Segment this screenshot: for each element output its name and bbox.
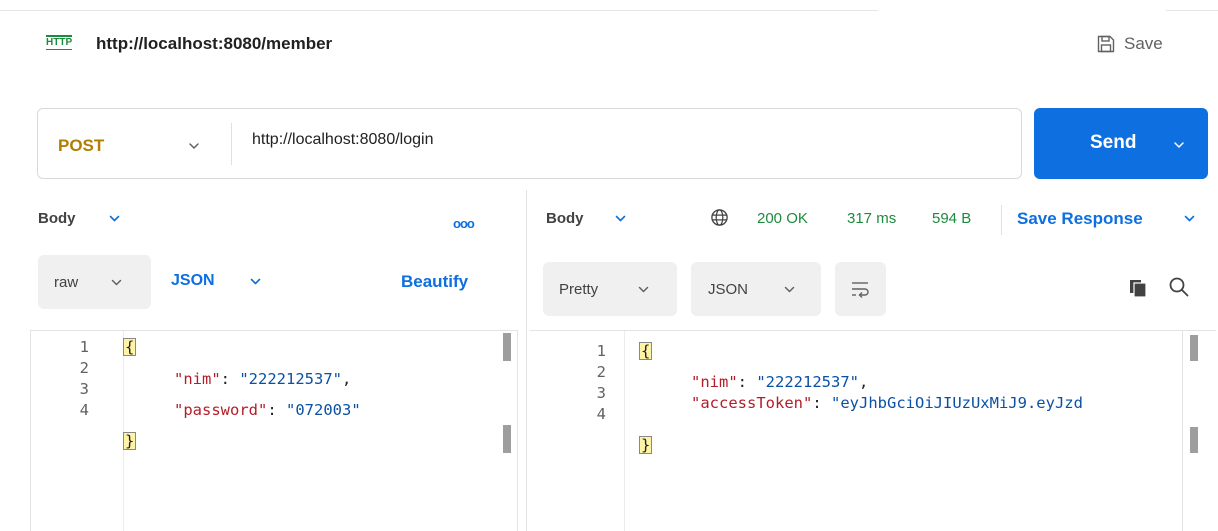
url-divider bbox=[231, 123, 232, 165]
status-code[interactable]: 200 OK bbox=[757, 210, 808, 227]
code-line[interactable]: "nim": "222212537", bbox=[691, 372, 868, 393]
more-options-icon[interactable]: ooo bbox=[453, 216, 475, 231]
chevron-down-icon bbox=[784, 286, 795, 293]
chevron-down-icon[interactable] bbox=[187, 139, 201, 153]
viewer-right-edge bbox=[1182, 331, 1183, 531]
code-line[interactable]: } bbox=[638, 435, 653, 456]
json-separator: : bbox=[267, 401, 286, 419]
http-icon: HTTP bbox=[46, 35, 73, 50]
scrollbar-thumb[interactable] bbox=[1190, 427, 1198, 453]
chevron-down-icon[interactable] bbox=[249, 275, 262, 288]
separator bbox=[1001, 205, 1002, 235]
code-line[interactable]: { bbox=[122, 337, 137, 358]
json-value: "222212537" bbox=[756, 373, 859, 391]
line-number: 4 bbox=[596, 405, 606, 423]
request-body-tab[interactable]: Body bbox=[38, 210, 76, 227]
bracket-match: { bbox=[638, 342, 653, 360]
json-comma: , bbox=[859, 373, 869, 391]
chevron-down-icon[interactable] bbox=[1183, 212, 1196, 225]
response-size[interactable]: 594 B bbox=[932, 210, 971, 227]
json-value: "eyJhbGciOiJIUzUxMiJ9.eyJzd bbox=[831, 394, 1083, 412]
json-comma: , bbox=[342, 370, 352, 388]
line-number: 1 bbox=[596, 342, 606, 360]
line-number: 4 bbox=[79, 401, 89, 419]
pane-divider[interactable] bbox=[526, 190, 527, 531]
copy-icon[interactable] bbox=[1128, 278, 1148, 298]
body-type-label: raw bbox=[54, 274, 79, 291]
send-label: Send bbox=[1090, 132, 1137, 153]
request-format-select[interactable]: JSON bbox=[171, 272, 215, 290]
chevron-down-icon bbox=[111, 279, 122, 286]
line-number: 3 bbox=[596, 384, 606, 402]
request-title[interactable]: http://localhost:8080/member bbox=[96, 34, 332, 54]
gutter-divider bbox=[624, 331, 625, 531]
code-line[interactable]: "password": "072003" bbox=[174, 400, 361, 421]
globe-icon[interactable] bbox=[710, 208, 729, 227]
save-response-button[interactable]: Save Response bbox=[1017, 209, 1143, 229]
chevron-down-icon[interactable] bbox=[614, 212, 627, 225]
line-number: 3 bbox=[79, 380, 89, 398]
line-number: 2 bbox=[596, 363, 606, 381]
json-separator: : bbox=[737, 373, 757, 391]
json-value: "222212537" bbox=[239, 370, 342, 388]
save-label: Save bbox=[1124, 34, 1163, 53]
line-number: 2 bbox=[79, 359, 89, 377]
code-line[interactable]: { bbox=[638, 341, 653, 362]
save-button[interactable]: Save bbox=[1096, 32, 1163, 56]
response-format-label: JSON bbox=[708, 281, 749, 298]
json-separator: : bbox=[812, 394, 831, 412]
code-line[interactable]: "accessToken": "eyJhbGciOiJIUzUxMiJ9.eyJ… bbox=[691, 393, 1083, 414]
scrollbar-thumb[interactable] bbox=[503, 333, 511, 361]
wrap-lines-icon bbox=[852, 282, 869, 298]
json-key: "nim" bbox=[174, 370, 221, 388]
bracket-match: } bbox=[122, 432, 137, 450]
json-key: "password" bbox=[174, 401, 268, 419]
beautify-button[interactable]: Beautify bbox=[401, 272, 468, 292]
bracket-match: } bbox=[638, 436, 653, 454]
json-key: "nim" bbox=[691, 373, 738, 391]
chevron-down-icon[interactable] bbox=[108, 212, 121, 225]
scrollbar-thumb[interactable] bbox=[503, 425, 511, 453]
url-bar: POST http://localhost:8080/login bbox=[37, 108, 1022, 179]
view-mode-select[interactable]: Pretty bbox=[543, 262, 677, 316]
response-body-tab[interactable]: Body bbox=[546, 210, 584, 227]
response-time[interactable]: 317 ms bbox=[847, 210, 896, 227]
json-key: "accessToken" bbox=[691, 394, 813, 412]
json-separator: : bbox=[220, 370, 240, 388]
bracket-match: { bbox=[122, 338, 137, 356]
request-body-editor[interactable]: 1 2 3 4 { "nim": "222212537", "password"… bbox=[30, 330, 518, 531]
save-icon bbox=[1097, 35, 1115, 53]
code-line-clip: "accessToken": "eyJhbGciOiJIUzUxMiJ9.eyJ… bbox=[691, 393, 1182, 414]
response-format-select[interactable]: JSON bbox=[691, 262, 821, 316]
chevron-down-icon bbox=[638, 286, 649, 293]
url-input[interactable]: http://localhost:8080/login bbox=[252, 131, 433, 149]
wrap-lines-button[interactable] bbox=[835, 262, 886, 316]
line-number: 1 bbox=[79, 338, 89, 356]
top-border bbox=[0, 10, 878, 11]
response-body-viewer[interactable]: 1 2 3 4 { "nim": "222212537", "accessTok… bbox=[530, 330, 1216, 531]
code-line[interactable]: "nim": "222212537", bbox=[174, 369, 351, 390]
send-button[interactable]: Send bbox=[1034, 108, 1208, 179]
top-border-right bbox=[1166, 10, 1218, 11]
body-type-select[interactable]: raw bbox=[38, 255, 151, 309]
search-icon[interactable] bbox=[1168, 276, 1190, 298]
chevron-down-icon[interactable] bbox=[1172, 138, 1186, 152]
json-value: "072003" bbox=[286, 401, 361, 419]
scrollbar-thumb[interactable] bbox=[1190, 335, 1198, 361]
code-line[interactable]: } bbox=[122, 431, 137, 452]
view-mode-label: Pretty bbox=[559, 281, 599, 298]
method-select[interactable]: POST bbox=[58, 136, 104, 156]
